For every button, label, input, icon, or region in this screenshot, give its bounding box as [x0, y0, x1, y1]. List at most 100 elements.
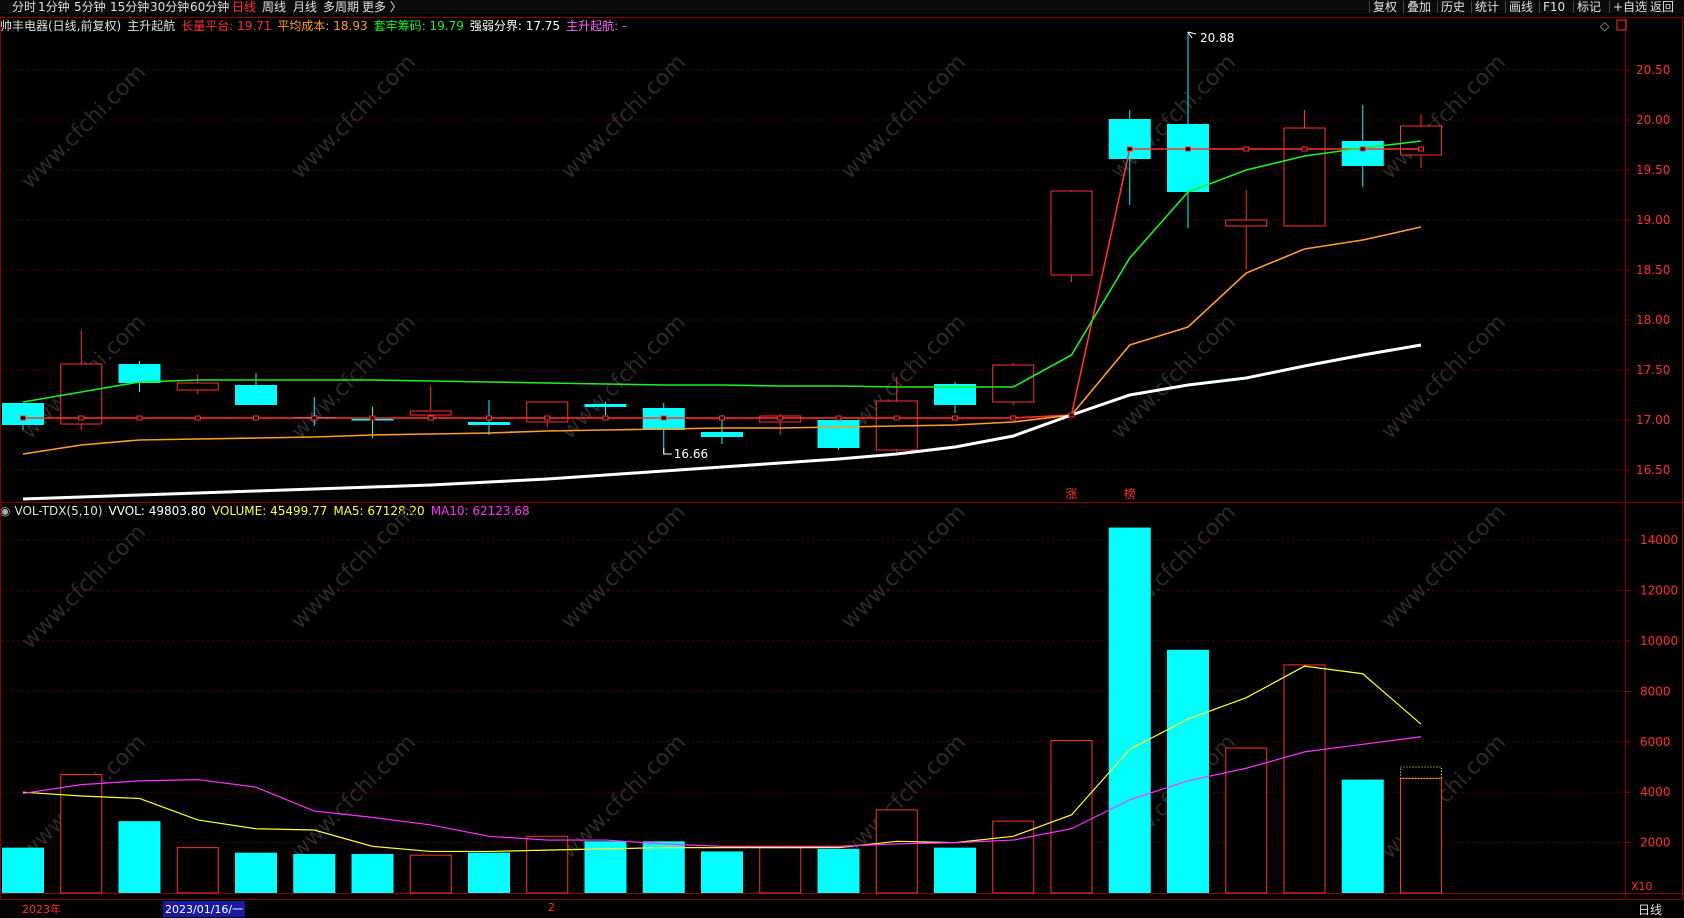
volume-bar-up[interactable]: [875, 809, 918, 894]
date-label-1: 2023/01/16/一: [163, 901, 246, 917]
volume-bar-down[interactable]: [934, 847, 976, 893]
volume-bar-up[interactable]: [1225, 747, 1268, 894]
date-label-2: 2: [548, 901, 555, 914]
volume-unit-label: X10: [1631, 880, 1653, 893]
stock-chart[interactable]: www.cfchi.com www.cfchi.com www.cfchi.com w…: [0, 0, 1684, 917]
platform-marker: [835, 415, 842, 421]
volume-bar-up[interactable]: [176, 847, 219, 894]
watermark-text: www.cfchi.com: [1377, 310, 1511, 444]
candle-body-up[interactable]: [992, 364, 1035, 403]
price-tick-label: 17.50: [1636, 363, 1670, 377]
watermark-text: www.cfchi.com: [287, 310, 421, 444]
high-marker-arrow: [1187, 31, 1197, 39]
volume-bar-down[interactable]: [293, 853, 336, 893]
volume-bar-down[interactable]: [118, 821, 161, 893]
volume-tick-label: 8000: [1640, 684, 1671, 698]
volume-tick-label: 2000: [1640, 836, 1671, 850]
volume-tick-label: 4000: [1640, 785, 1671, 799]
platform-marker: [20, 415, 26, 421]
platform-marker: [1010, 415, 1017, 421]
watermark-text: www.cfchi.com: [1377, 500, 1511, 634]
platform-marker: [369, 415, 376, 421]
volume-bar-down[interactable]: [1167, 649, 1209, 893]
price-tick-label: 18.00: [1636, 313, 1670, 327]
indicator-line-0: [23, 148, 1421, 419]
platform-marker: [486, 415, 492, 421]
watermark-text: www.cfchi.com: [17, 60, 151, 194]
volume-bar-down[interactable]: [817, 848, 860, 893]
diamond-icon[interactable]: ◇: [1600, 19, 1610, 33]
high-price-label: 20.88: [1200, 31, 1234, 45]
candle-body-up[interactable]: [1050, 190, 1093, 276]
volume-bar-down[interactable]: [1341, 779, 1384, 893]
platform-marker: [311, 415, 318, 421]
platform-marker: [78, 415, 85, 421]
volume-tick-label: 14000: [1640, 533, 1678, 547]
candle-body-down[interactable]: [1108, 119, 1151, 159]
candle-body-down[interactable]: [2, 403, 44, 425]
price-tick-label: 20.50: [1636, 63, 1670, 77]
maximize-icon[interactable]: [1616, 19, 1627, 31]
low-price-label: 16.66: [674, 447, 708, 461]
volume-bar-up[interactable]: [1283, 664, 1326, 894]
volume-bar-up[interactable]: [1050, 740, 1093, 894]
candle-body-down[interactable]: [235, 385, 277, 405]
watermark-text: www.cfchi.com: [1377, 730, 1511, 864]
volume-bar-up[interactable]: [759, 847, 802, 894]
volume-bar-up[interactable]: [1400, 777, 1442, 894]
volume-bar-down[interactable]: [235, 852, 277, 893]
candle-body-down[interactable]: [118, 364, 161, 383]
volume-bar-up[interactable]: [60, 774, 103, 894]
price-tick-label: 18.50: [1636, 263, 1670, 277]
price-tick-label: 19.50: [1636, 163, 1670, 177]
period-button[interactable]: 日线: [1638, 901, 1662, 918]
volume-bar-up[interactable]: [526, 835, 569, 894]
platform-marker: [1243, 146, 1250, 152]
signal-label: 涨: [1066, 486, 1078, 501]
platform-marker: [253, 415, 259, 421]
watermark-text: www.cfchi.com: [287, 730, 421, 864]
candle-body-up[interactable]: [176, 382, 219, 391]
platform-marker: [1185, 146, 1191, 152]
platform-marker: [1301, 146, 1308, 152]
candle-body-down[interactable]: [468, 422, 510, 425]
volume-bar-down[interactable]: [2, 847, 44, 893]
volume-bar-down[interactable]: [1108, 527, 1151, 893]
platform-marker: [660, 415, 667, 421]
platform-marker: [1359, 146, 1366, 152]
volume-tick-label: 10000: [1640, 634, 1678, 648]
candle-body-up[interactable]: [1283, 127, 1326, 227]
platform-marker: [952, 415, 958, 421]
price-tick-label: 17.00: [1636, 413, 1670, 427]
volume-tick-label: 6000: [1640, 735, 1671, 749]
candle-body-down[interactable]: [584, 404, 627, 407]
volume-bar-down[interactable]: [701, 851, 743, 893]
volume-bar-up[interactable]: [992, 820, 1035, 894]
platform-marker: [544, 415, 551, 421]
candle-body-up[interactable]: [409, 410, 452, 416]
candle-body-up[interactable]: [1225, 219, 1268, 227]
signal-label: 榜: [1124, 486, 1136, 501]
volume-estimate-cap: [1400, 766, 1442, 779]
candle-body-down[interactable]: [817, 420, 860, 448]
candle-body-down[interactable]: [1167, 124, 1209, 192]
volume-bar-down[interactable]: [351, 853, 394, 893]
price-tick-label: 16.50: [1636, 463, 1670, 477]
candle-body-down[interactable]: [701, 432, 743, 437]
platform-marker: [427, 415, 434, 421]
candle-body-down[interactable]: [1341, 141, 1384, 166]
price-tick-label: 20.00: [1636, 113, 1670, 127]
low-marker-arrow: [663, 448, 672, 455]
volume-bar-down[interactable]: [642, 841, 685, 893]
platform-marker: [1068, 412, 1075, 418]
platform-marker: [1126, 146, 1133, 152]
price-tick-label: 19.00: [1636, 213, 1670, 227]
watermark-text: www.cfchi.com: [837, 500, 971, 634]
platform-marker: [893, 415, 900, 421]
watermark-text: www.cfchi.com: [1107, 310, 1241, 444]
indicator-line-2: [22, 140, 1422, 403]
date-label-0: 2023年: [22, 903, 61, 916]
platform-marker: [1418, 146, 1424, 152]
volume-bar-up[interactable]: [409, 854, 452, 894]
volume-bar-down[interactable]: [468, 852, 510, 893]
